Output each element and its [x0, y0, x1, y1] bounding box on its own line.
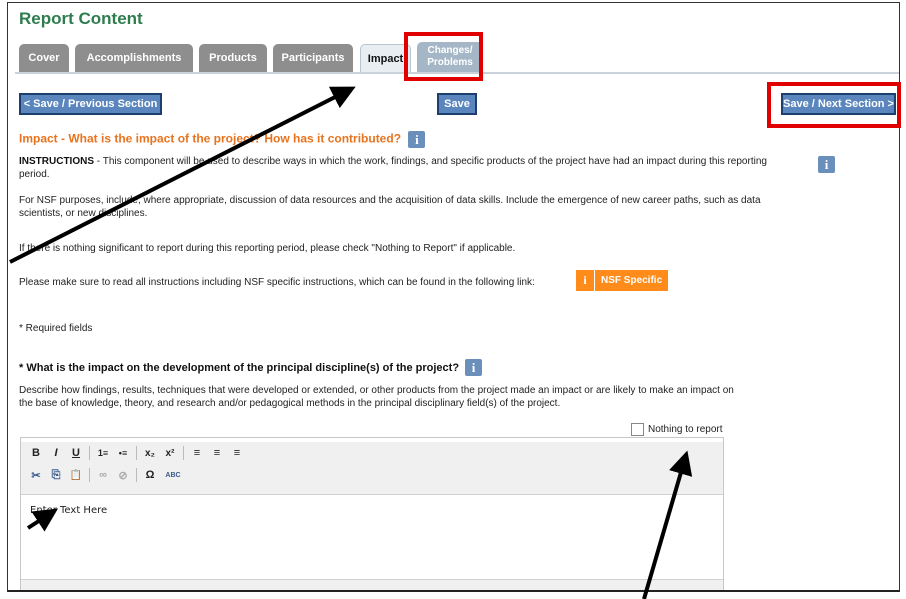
arrow-to-nothing-to-report — [642, 450, 693, 599]
annotation-arrows — [9, 86, 693, 599]
arrow-to-editor — [26, 508, 59, 532]
arrow-to-impact-tab — [9, 86, 356, 264]
